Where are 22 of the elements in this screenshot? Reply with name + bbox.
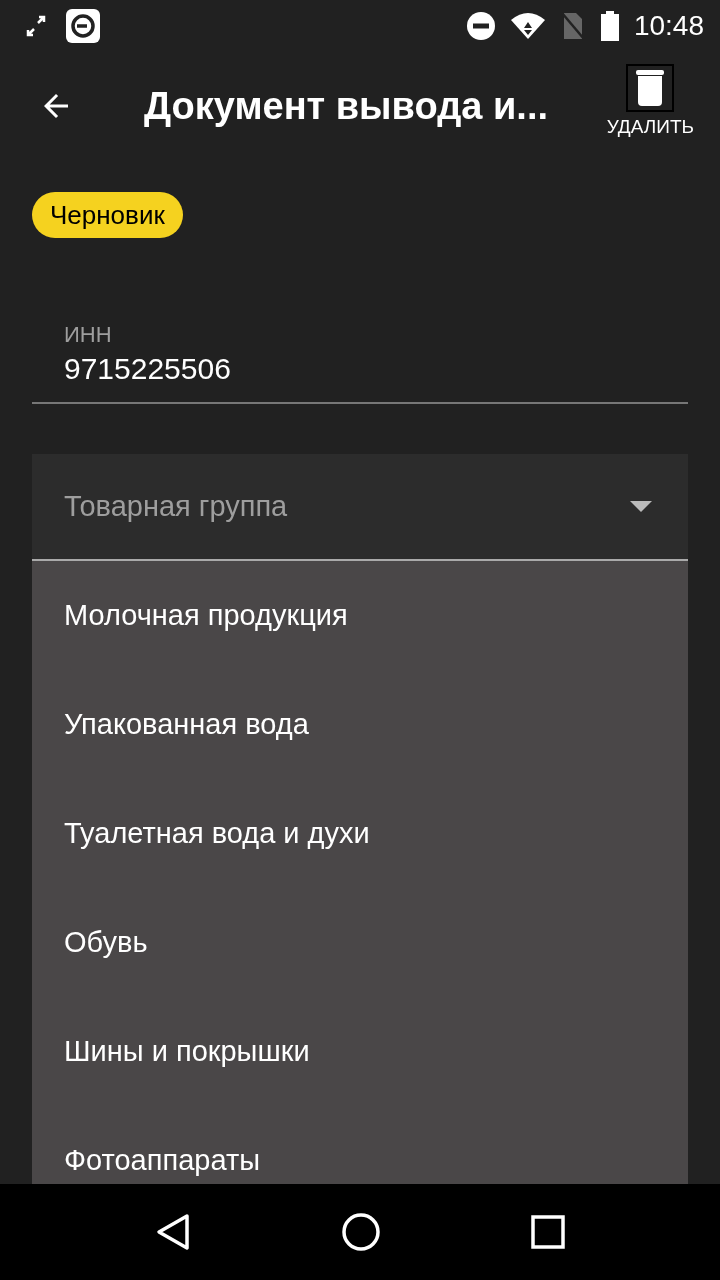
inn-field[interactable]: ИНН 9715225506: [32, 322, 688, 404]
caret-icon: [630, 500, 652, 513]
delete-button[interactable]: УДАЛИТЬ: [606, 64, 694, 138]
screen-title: Документ вывода и...: [144, 84, 548, 128]
trash-icon: [626, 64, 675, 112]
app-logo-icon: [66, 9, 100, 43]
wifi-icon: [509, 12, 546, 40]
menu-item[interactable]: Молочная продукция: [32, 561, 688, 670]
menu-item[interactable]: Упакованная вода: [32, 670, 688, 779]
status-chip: Черновик: [32, 192, 183, 238]
back-nav-icon[interactable]: [155, 1213, 191, 1251]
product-group-dropdown[interactable]: Товарная группа: [32, 454, 688, 561]
menu-item[interactable]: Фотоаппараты: [32, 1106, 688, 1184]
battery-icon: [599, 11, 620, 41]
home-nav-icon[interactable]: [341, 1212, 381, 1252]
do-not-disturb-icon: [465, 11, 496, 41]
clock-time: 10:48: [633, 10, 704, 42]
menu-item[interactable]: Туалетная вода и духи: [32, 779, 688, 888]
expand-icon: [26, 14, 46, 38]
menu-item[interactable]: Обувь: [32, 888, 688, 997]
recents-nav-icon[interactable]: [531, 1215, 565, 1249]
menu-item[interactable]: Шины и покрышки: [32, 997, 688, 1106]
